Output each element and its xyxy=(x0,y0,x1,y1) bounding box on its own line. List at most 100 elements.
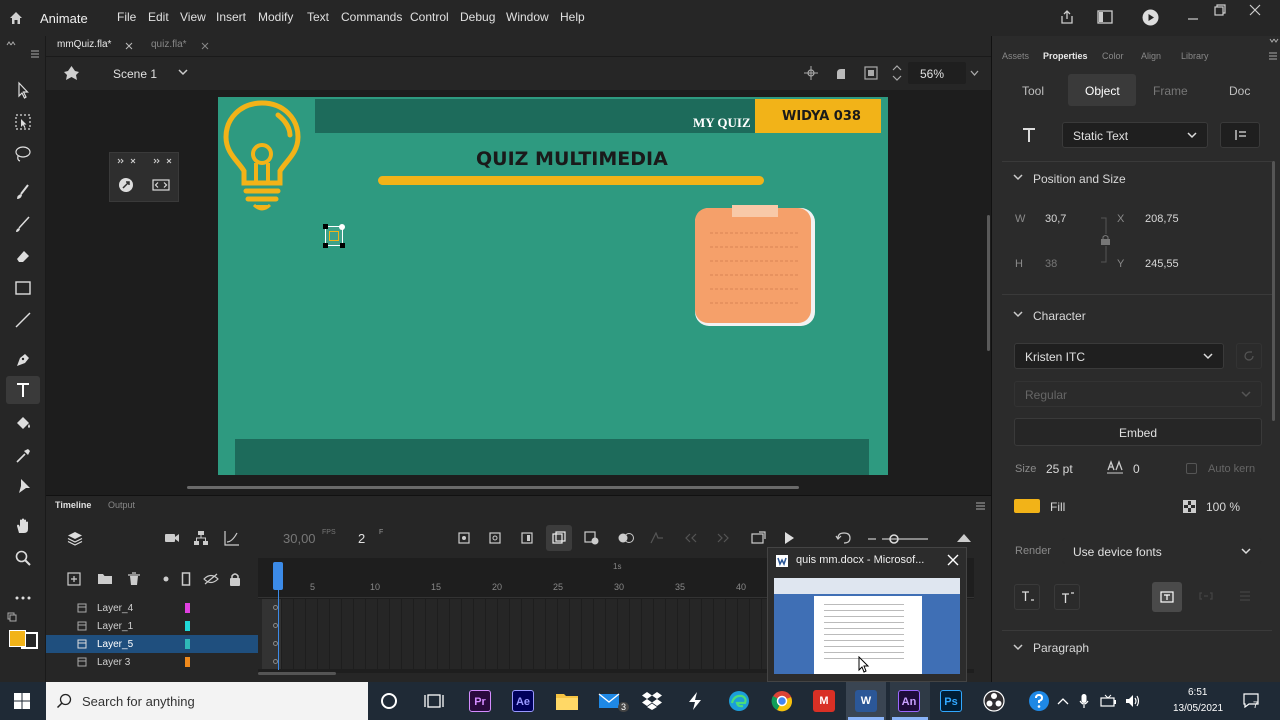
delete-layer-icon[interactable] xyxy=(127,572,141,586)
layer-color-tag[interactable] xyxy=(185,639,190,649)
text-tool-icon[interactable] xyxy=(13,380,33,400)
lock-proportions-icon[interactable] xyxy=(1099,216,1113,264)
file-explorer-icon[interactable] xyxy=(555,691,579,711)
highlight-layers-icon[interactable] xyxy=(163,576,169,582)
layer-name[interactable]: Layer_5 xyxy=(97,639,133,650)
lasso-tool-icon[interactable] xyxy=(13,144,33,164)
selection-tool-icon[interactable] xyxy=(13,80,33,100)
layer-row[interactable]: Layer_4 xyxy=(46,599,258,617)
layer-color-tag[interactable] xyxy=(185,657,190,667)
height-value[interactable]: 38 xyxy=(1045,258,1057,270)
scene-label[interactable]: Scene 1 xyxy=(113,67,157,81)
chrome-browser-icon[interactable] xyxy=(771,690,793,712)
tab-assets[interactable]: Assets xyxy=(1002,51,1029,61)
handle[interactable] xyxy=(323,224,328,229)
panel-menu-icon[interactable] xyxy=(30,50,40,58)
timeline-hscrollbar[interactable] xyxy=(258,672,336,675)
y-value[interactable]: 245,55 xyxy=(1145,258,1179,270)
actions-icon[interactable] xyxy=(152,179,170,191)
subscript-button[interactable] xyxy=(1014,584,1040,610)
new-layer-icon[interactable] xyxy=(67,572,81,586)
segment-object[interactable]: Object xyxy=(1085,84,1120,98)
tab-align[interactable]: Align xyxy=(1141,51,1161,61)
gmail-app-icon[interactable]: M xyxy=(813,690,835,712)
eraser-tool-icon[interactable] xyxy=(13,246,33,266)
segment-doc[interactable]: Doc xyxy=(1229,84,1250,98)
loop-back-icon[interactable] xyxy=(835,532,853,544)
animate-app-icon[interactable]: An xyxy=(898,690,920,712)
playhead[interactable] xyxy=(273,562,283,590)
size-value[interactable]: 25 pt xyxy=(1046,462,1073,476)
windows-start-icon[interactable] xyxy=(14,693,30,709)
layer-name[interactable]: Layer 3 xyxy=(97,657,130,668)
menu-text[interactable]: Text xyxy=(307,10,329,24)
tween-icon[interactable] xyxy=(618,532,634,544)
eyedropper-tool-icon[interactable] xyxy=(13,446,33,466)
taskbar-search-box[interactable]: Search for anything xyxy=(46,682,368,720)
free-transform-tool-icon[interactable] xyxy=(13,112,33,132)
menu-file[interactable]: File xyxy=(117,10,136,24)
text-type-dropdown[interactable]: Static Text xyxy=(1062,122,1208,148)
insert-frame-icon[interactable] xyxy=(521,532,533,544)
layer-row[interactable]: Layer_1 xyxy=(46,617,258,635)
zoom-tool-icon[interactable] xyxy=(13,548,33,568)
selectable-text-button[interactable] xyxy=(1152,582,1182,612)
task-view-icon[interactable] xyxy=(424,692,444,710)
dropbox-icon[interactable] xyxy=(641,691,663,711)
chevron-down-icon[interactable] xyxy=(970,70,979,76)
loop-icon[interactable] xyxy=(751,531,767,545)
home-icon[interactable] xyxy=(8,10,24,26)
handle[interactable] xyxy=(323,243,328,248)
x-value[interactable]: 208,75 xyxy=(1145,213,1179,225)
more-tools-icon[interactable] xyxy=(13,588,33,608)
layers-icon[interactable] xyxy=(67,530,83,546)
taskbar-thumbnail-popup[interactable]: quis mm.docx - Microsof... xyxy=(767,547,967,682)
fill-color-swatch[interactable] xyxy=(1014,499,1040,513)
snap-icon[interactable] xyxy=(804,66,818,80)
layer-row[interactable]: Layer 3 xyxy=(46,653,258,671)
tab-output[interactable]: Output xyxy=(108,500,135,510)
font-style-dropdown[interactable]: Regular xyxy=(1014,381,1262,407)
parenting-icon[interactable] xyxy=(193,530,209,546)
chevron-down-icon[interactable] xyxy=(1013,174,1023,181)
battery-icon[interactable] xyxy=(1100,694,1118,708)
panel-scrollbar[interactable] xyxy=(1272,161,1275,421)
horizontal-scrollbar[interactable] xyxy=(187,486,799,489)
clip-content-icon[interactable] xyxy=(864,66,878,80)
fps-value[interactable]: 30,00 xyxy=(283,531,316,546)
play-icon[interactable] xyxy=(783,531,795,545)
chevron-down-icon[interactable] xyxy=(1013,644,1023,651)
line-tool-icon[interactable] xyxy=(13,310,33,330)
segment-tool[interactable]: Tool xyxy=(1022,84,1044,98)
power-automate-icon[interactable] xyxy=(687,691,703,711)
embed-button[interactable]: Embed xyxy=(1014,418,1262,446)
rotate-stage-icon[interactable] xyxy=(833,65,849,81)
layer-name[interactable]: Layer_1 xyxy=(97,621,133,632)
paragraph-title[interactable]: Paragraph xyxy=(1033,641,1089,655)
current-frame[interactable]: 2 xyxy=(358,531,365,546)
layer-row-selected[interactable]: Layer_5 xyxy=(46,635,258,653)
render-dropdown[interactable]: Use device fonts xyxy=(1062,538,1262,564)
menu-help[interactable]: Help xyxy=(560,10,585,24)
thumbnail-preview[interactable] xyxy=(774,578,960,674)
letter-spacing-value[interactable]: 0 xyxy=(1133,462,1140,476)
doc-tab-quiz[interactable]: quiz.fla* xyxy=(151,39,187,50)
pin-tool-icon[interactable] xyxy=(13,476,33,496)
layer-color-tag[interactable] xyxy=(185,621,190,631)
lock-icon[interactable] xyxy=(229,572,241,586)
cortana-icon[interactable] xyxy=(380,692,398,710)
menu-debug[interactable]: Debug xyxy=(460,10,495,24)
word-app-icon[interactable]: W xyxy=(855,690,877,712)
panel-header-icons[interactable] xyxy=(116,157,176,165)
clock-time[interactable]: 6:51 xyxy=(1188,687,1207,698)
clock-date[interactable]: 13/05/2021 xyxy=(1173,703,1223,714)
chevron-down-icon[interactable] xyxy=(178,69,188,76)
width-value[interactable]: 30,7 xyxy=(1045,213,1066,225)
workspace-icon[interactable] xyxy=(1097,10,1113,24)
close-tab-icon[interactable] xyxy=(125,42,133,50)
paint-bucket-tool-icon[interactable] xyxy=(13,414,33,434)
layer-name[interactable]: Layer_4 xyxy=(97,603,133,614)
microphone-icon[interactable] xyxy=(1079,693,1089,709)
graph-icon[interactable] xyxy=(224,530,240,546)
insert-keyframe-icon[interactable] xyxy=(458,532,470,544)
